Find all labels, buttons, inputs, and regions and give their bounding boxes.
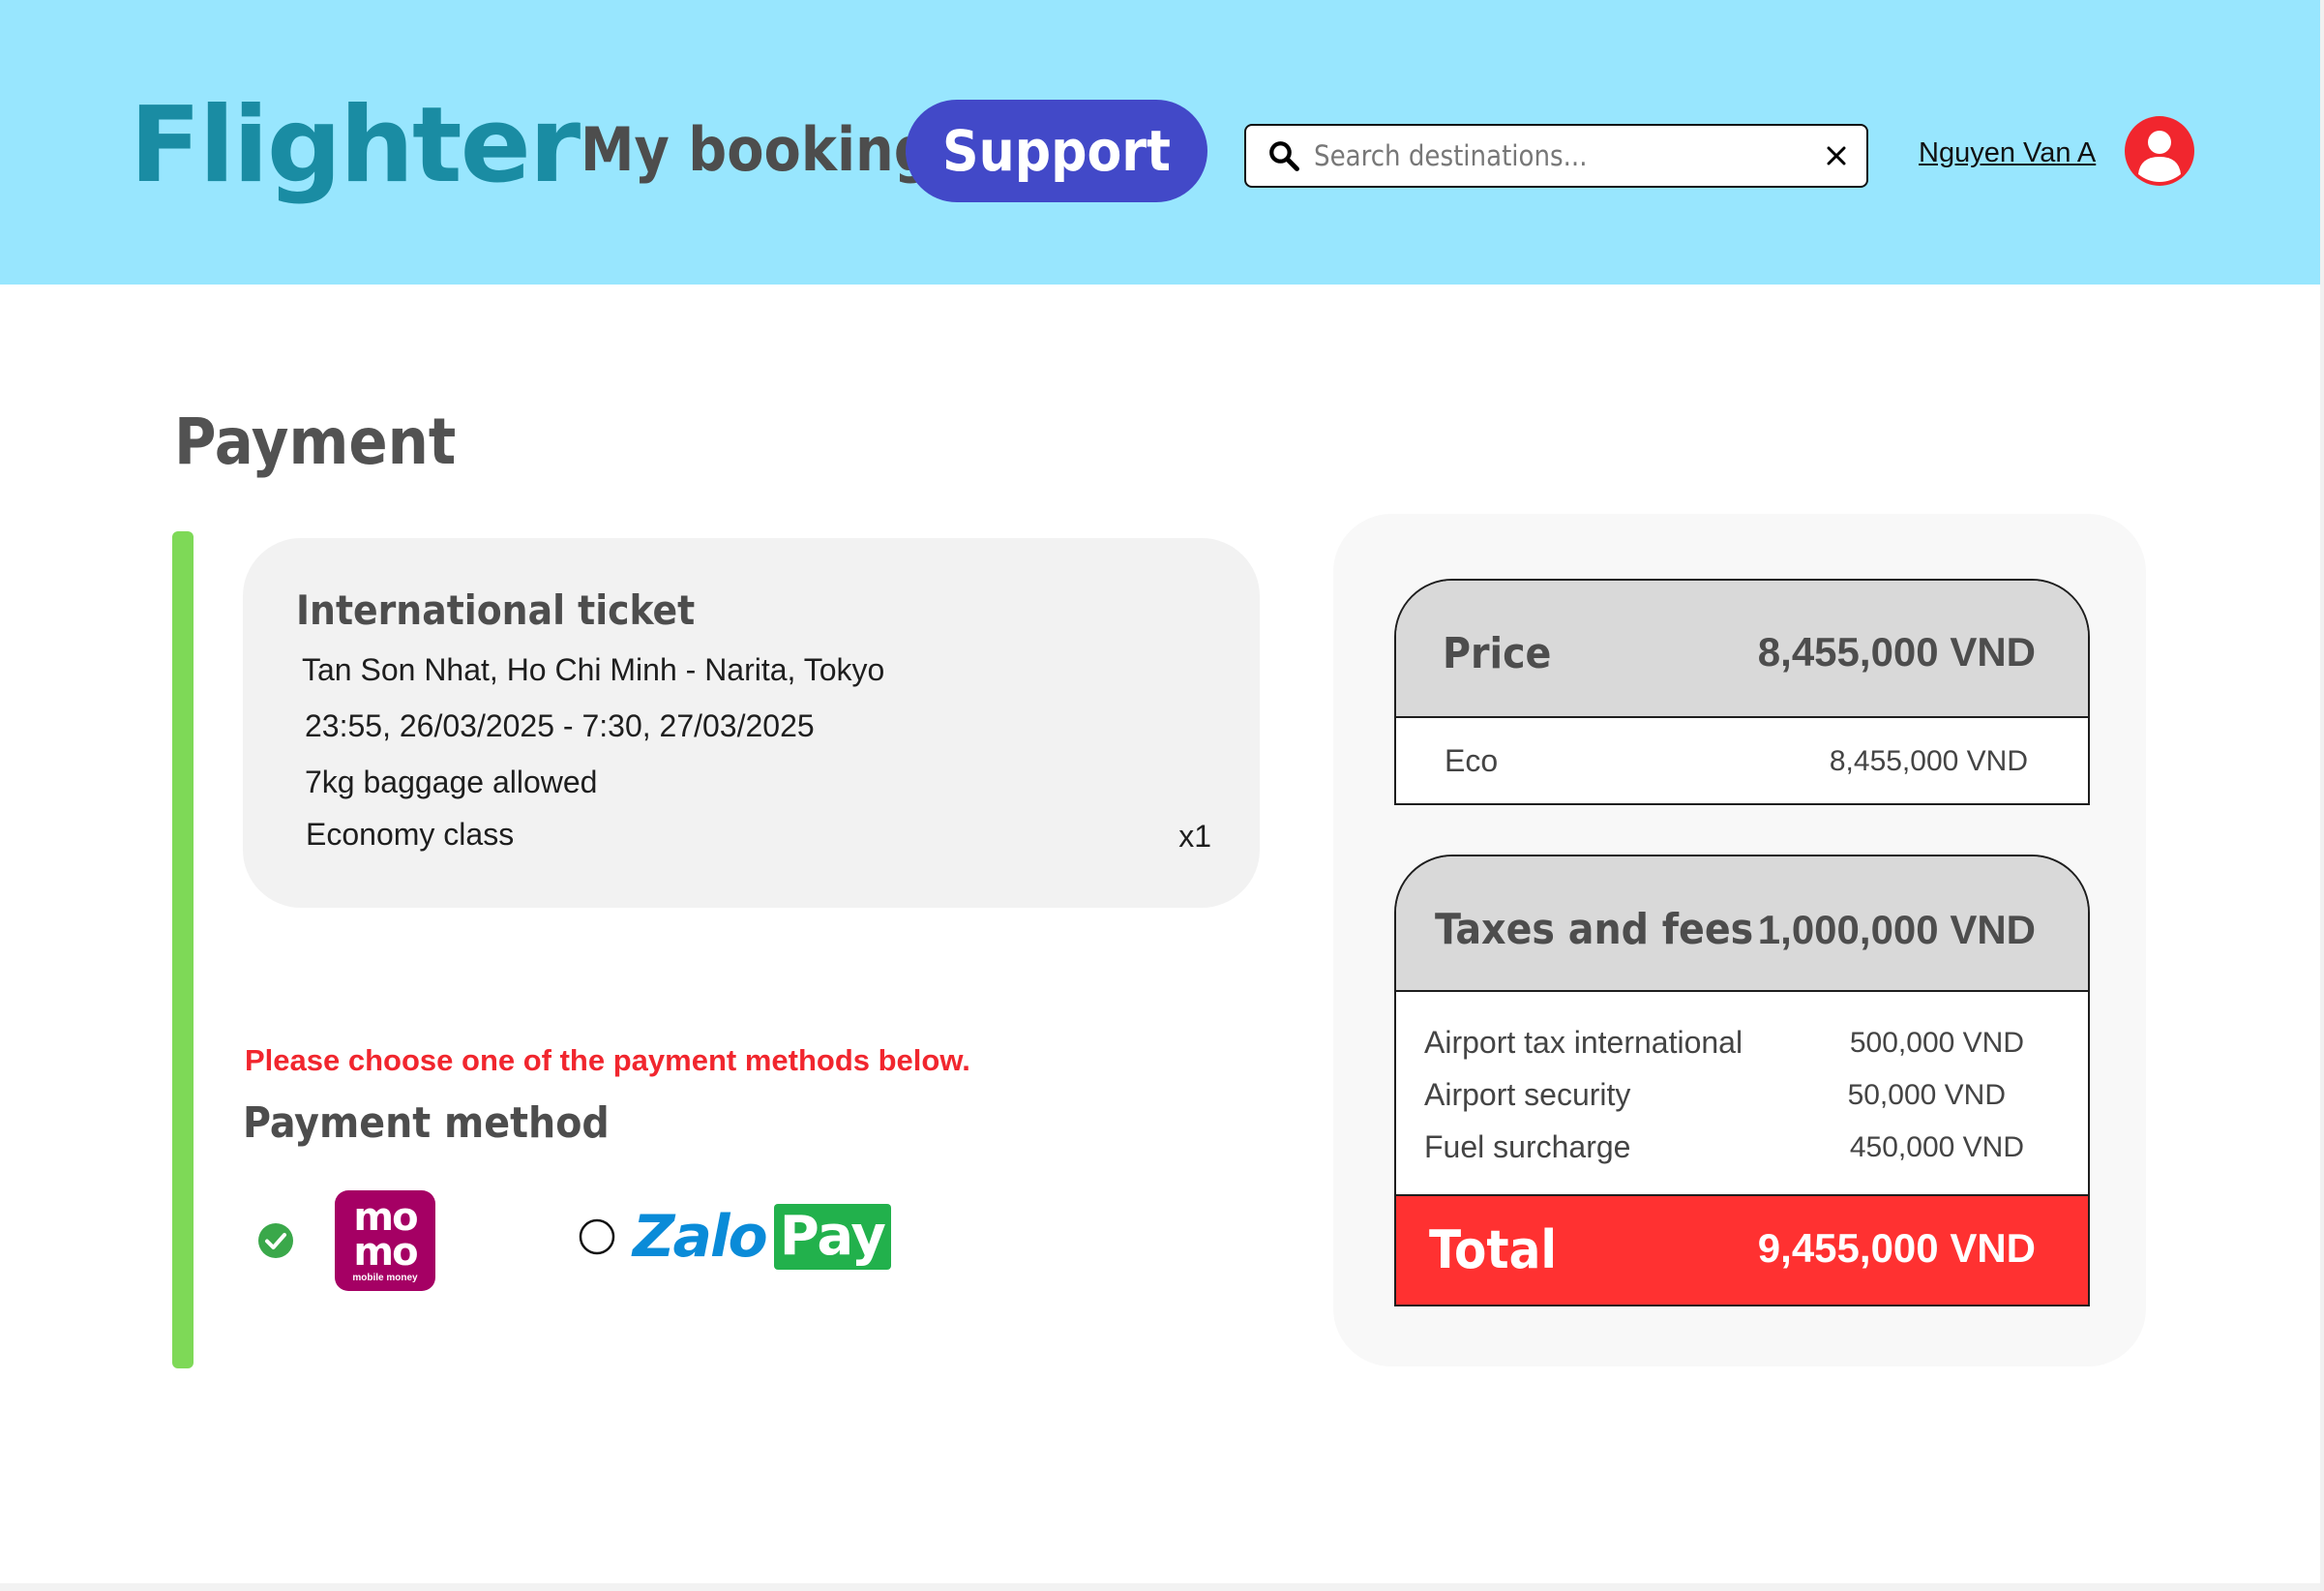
ticket-title: International ticket — [296, 586, 696, 634]
zalopay-logo-text: Zalo — [633, 1203, 768, 1271]
tax-row-label: Airport tax international — [1424, 1025, 1743, 1060]
total-label: Total — [1429, 1219, 1557, 1280]
payment-method-title: Payment method — [243, 1098, 610, 1148]
taxes-box: Taxes and fees 1,000,000 VND Airport tax… — [1394, 855, 2090, 1306]
price-box-header: Price 8,455,000 VND — [1396, 581, 2088, 718]
tax-row-amount: 500,000 VND — [1849, 1027, 2024, 1059]
page-right-edge — [2320, 0, 2324, 1591]
top-header: Flighter My booking Support Nguyen Van A — [0, 0, 2320, 285]
check-icon[interactable] — [257, 1222, 294, 1259]
logo[interactable]: Flighter — [130, 85, 581, 206]
momo-logo-text: mo — [353, 1230, 418, 1275]
taxes-box-header: Taxes and fees 1,000,000 VND — [1396, 856, 2088, 992]
price-amount: 8,455,000 VND — [1757, 629, 2036, 675]
total-bar: Total 9,455,000 VND — [1396, 1194, 2088, 1305]
momo-logo[interactable]: mo mo mobile money — [335, 1190, 435, 1291]
tax-row-amount: 450,000 VND — [1849, 1131, 2024, 1163]
nav-my-booking[interactable]: My booking — [581, 114, 933, 185]
search-input[interactable] — [1314, 139, 1817, 172]
clear-search-icon[interactable] — [1825, 144, 1848, 167]
page-title: Payment — [174, 405, 457, 479]
payment-option-momo[interactable]: mo mo mobile money — [257, 1190, 435, 1291]
ticket-class: Economy class — [306, 817, 515, 852]
ticket-card: International ticket Tan Son Nhat, Ho Ch… — [243, 538, 1260, 908]
avatar-icon[interactable] — [2125, 116, 2194, 186]
price-row-amount: 8,455,000 VND — [1829, 745, 2028, 777]
taxes-amount: 1,000,000 VND — [1757, 907, 2036, 952]
price-label: Price — [1443, 629, 1552, 678]
price-row-label: Eco — [1445, 743, 1499, 778]
ticket-route: Tan Son Nhat, Ho Chi Minh - Narita, Toky… — [302, 652, 885, 687]
tax-row-amount: 50,000 VND — [1847, 1079, 2006, 1111]
zalopay-logo-badge: Pay — [773, 1204, 891, 1270]
ticket-baggage: 7kg baggage allowed — [305, 765, 598, 799]
support-button[interactable]: Support — [906, 100, 1207, 202]
user-name-link[interactable]: Nguyen Van A — [1919, 137, 2096, 169]
payment-option-zalopay[interactable]: Zalo Pay — [579, 1203, 891, 1271]
tax-row-label: Airport security — [1424, 1077, 1631, 1112]
ticket-quantity: x1 — [1178, 819, 1211, 854]
ticket-time: 23:55, 26/03/2025 - 7:30, 27/03/2025 — [305, 708, 815, 743]
search-icon[interactable] — [1267, 139, 1300, 172]
tax-row-label: Fuel surcharge — [1424, 1129, 1631, 1164]
search-bar — [1244, 124, 1868, 188]
price-box: Price 8,455,000 VND Eco 8,455,000 VND — [1394, 579, 2090, 805]
page-bottom-divider — [0, 1583, 2324, 1591]
accent-bar — [172, 531, 194, 1368]
payment-warning: Please choose one of the payment methods… — [245, 1043, 970, 1077]
taxes-label: Taxes and fees — [1435, 905, 1754, 954]
momo-logo-subtext: mobile money — [352, 1273, 418, 1283]
total-amount: 9,455,000 VND — [1757, 1225, 2036, 1271]
zalopay-logo[interactable]: Zalo Pay — [633, 1203, 891, 1271]
radio-unselected-icon[interactable] — [579, 1218, 615, 1255]
